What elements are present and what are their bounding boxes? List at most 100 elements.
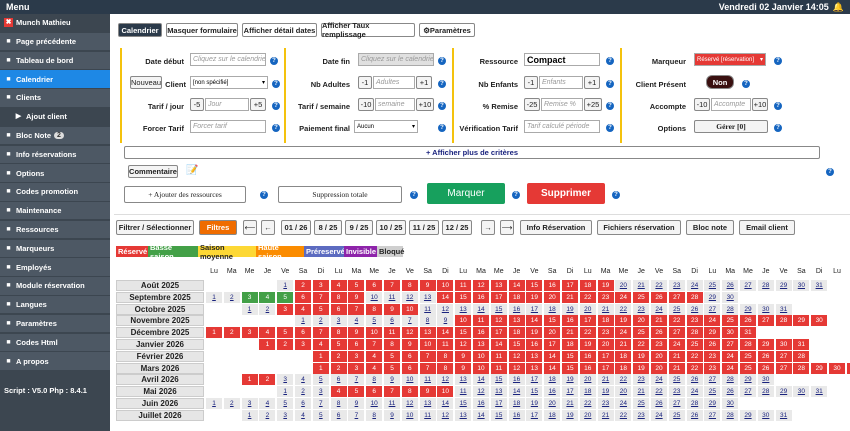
adults-input[interactable]: Adultes: [373, 76, 415, 89]
calendar-day[interactable]: 15: [490, 374, 507, 386]
calendar-day[interactable]: 1: [206, 291, 222, 303]
calendar-day[interactable]: 27: [740, 280, 756, 291]
calendar-day[interactable]: 28: [686, 291, 703, 303]
calendar-day[interactable]: 23: [597, 398, 614, 409]
comment-button[interactable]: Commentaire: [128, 165, 178, 178]
sidebar-item-dashboard[interactable]: ■ Tableau de bord: [0, 51, 110, 70]
calendar-day[interactable]: 11: [473, 315, 489, 327]
calendar-day[interactable]: 3: [312, 386, 329, 398]
calendar-day[interactable]: 8: [401, 386, 418, 398]
calendar-day[interactable]: 9: [348, 327, 365, 339]
page-6-button[interactable]: 12 / 25: [442, 220, 472, 235]
calendar-day[interactable]: 26: [686, 374, 703, 386]
calendar-day[interactable]: 8: [366, 409, 383, 421]
calendar-day[interactable]: 7: [419, 362, 436, 374]
calendar-day[interactable]: 4: [348, 315, 365, 327]
calendar-day[interactable]: 26: [757, 362, 774, 374]
help-icon[interactable]: ?: [438, 124, 446, 132]
calendar-day[interactable]: 24: [686, 280, 703, 291]
calendar-day[interactable]: 6: [330, 303, 347, 315]
help-icon[interactable]: ?: [774, 102, 782, 110]
calendar-day[interactable]: 11: [490, 350, 507, 362]
calendar-day[interactable]: 24: [722, 362, 739, 374]
help-icon[interactable]: ?: [774, 57, 782, 65]
rate-check-input[interactable]: Tarif calculé période: [524, 120, 600, 133]
calendar-day[interactable]: 10: [419, 339, 436, 350]
calendar-day[interactable]: 25: [633, 398, 650, 409]
weekly-rate-input[interactable]: semaine: [375, 98, 415, 111]
sidebar-item-notepad[interactable]: ■ Bloc Note 2: [0, 126, 110, 145]
calendar-day[interactable]: 24: [686, 386, 703, 398]
calendar-day[interactable]: 2: [330, 350, 347, 362]
calendar-day[interactable]: 17: [562, 386, 578, 398]
calendar-day[interactable]: 10: [366, 327, 383, 339]
calendar-day[interactable]: 21: [633, 386, 650, 398]
calendar-day[interactable]: 3: [330, 315, 347, 327]
calendar-day[interactable]: 14: [526, 315, 543, 327]
calendar-day[interactable]: 29: [811, 362, 828, 374]
sidebar-item-booking-module[interactable]: ■ Module réservation: [0, 277, 110, 295]
calendar-day[interactable]: 21: [668, 350, 685, 362]
edit-note-icon[interactable]: 📝: [186, 165, 198, 176]
calendar-day[interactable]: 5: [277, 291, 294, 303]
calendar-day[interactable]: 24: [704, 315, 721, 327]
calendar-day[interactable]: 23: [633, 303, 650, 315]
calendar-day[interactable]: 11: [384, 291, 400, 303]
calendar-day[interactable]: 20: [651, 362, 667, 374]
calendar-day[interactable]: 5: [384, 362, 400, 374]
calendar-day[interactable]: 8: [330, 398, 347, 409]
calendar-day[interactable]: 28: [686, 398, 703, 409]
calendar-day[interactable]: 9: [419, 280, 436, 291]
calendar-day[interactable]: 6: [401, 350, 418, 362]
calendar-day[interactable]: 16: [544, 280, 561, 291]
calendar-day[interactable]: 29: [775, 386, 792, 398]
calendar-day[interactable]: 2: [312, 315, 329, 327]
calendar-day[interactable]: 24: [615, 327, 632, 339]
calendar-day[interactable]: 25: [668, 409, 685, 421]
help-icon[interactable]: ?: [742, 80, 750, 88]
calendar-day[interactable]: 13: [455, 409, 472, 421]
more-criteria-button[interactable]: + Afficher plus de critères: [124, 146, 820, 159]
calendar-day[interactable]: 22: [579, 327, 596, 339]
calendar-day[interactable]: 22: [651, 280, 667, 291]
calendar-day[interactable]: 1: [312, 362, 329, 374]
calendar-day[interactable]: 10: [401, 409, 418, 421]
calendar-day[interactable]: 19: [526, 398, 543, 409]
client-present-toggle[interactable]: Non: [706, 75, 734, 89]
help-icon[interactable]: ?: [272, 102, 280, 110]
page-3-button[interactable]: 9 / 25: [345, 220, 373, 235]
deposit-minus-button[interactable]: -10: [694, 98, 710, 111]
calendar-day[interactable]: 28: [757, 280, 774, 291]
calendar-day[interactable]: 28: [740, 339, 756, 350]
calendar-day[interactable]: 8: [366, 303, 383, 315]
calendar-day[interactable]: 3: [295, 339, 311, 350]
calendar-day[interactable]: 30: [757, 374, 774, 386]
calendar-day[interactable]: 18: [579, 280, 596, 291]
mark-button[interactable]: Marquer: [427, 183, 505, 204]
calendar-day[interactable]: 18: [615, 362, 632, 374]
calendar-day[interactable]: 22: [615, 409, 632, 421]
calendar-day[interactable]: 3: [277, 303, 294, 315]
previous-page-button[interactable]: ←: [261, 220, 275, 235]
calendar-day[interactable]: 14: [508, 386, 525, 398]
tab-calendar[interactable]: Calendrier: [118, 23, 162, 37]
calendar-day[interactable]: 11: [419, 303, 436, 315]
calendar-day[interactable]: 10: [437, 280, 454, 291]
calendar-day[interactable]: 30: [722, 398, 739, 409]
calendar-day[interactable]: 16: [508, 409, 525, 421]
calendar-day[interactable]: 27: [704, 374, 721, 386]
calendar-day[interactable]: 30: [793, 386, 810, 398]
calendar-day[interactable]: 30: [775, 339, 792, 350]
calendar-day[interactable]: 4: [259, 327, 276, 339]
calendar-day[interactable]: 30: [757, 409, 774, 421]
sidebar-item-previous-page[interactable]: ■ Page précédente: [0, 32, 110, 51]
calendar-day[interactable]: 28: [793, 350, 810, 362]
calendar-day[interactable]: 19: [633, 350, 650, 362]
calendar-day[interactable]: 14: [437, 398, 454, 409]
calendar-day[interactable]: 25: [740, 350, 756, 362]
calendar-day[interactable]: 2: [277, 339, 294, 350]
deposit-plus-button[interactable]: +10: [752, 98, 768, 111]
sidebar-item-resources[interactable]: ■ Ressources: [0, 220, 110, 239]
calendar-day[interactable]: 3: [241, 398, 258, 409]
add-resources-button[interactable]: + Ajouter des ressources: [124, 186, 246, 203]
